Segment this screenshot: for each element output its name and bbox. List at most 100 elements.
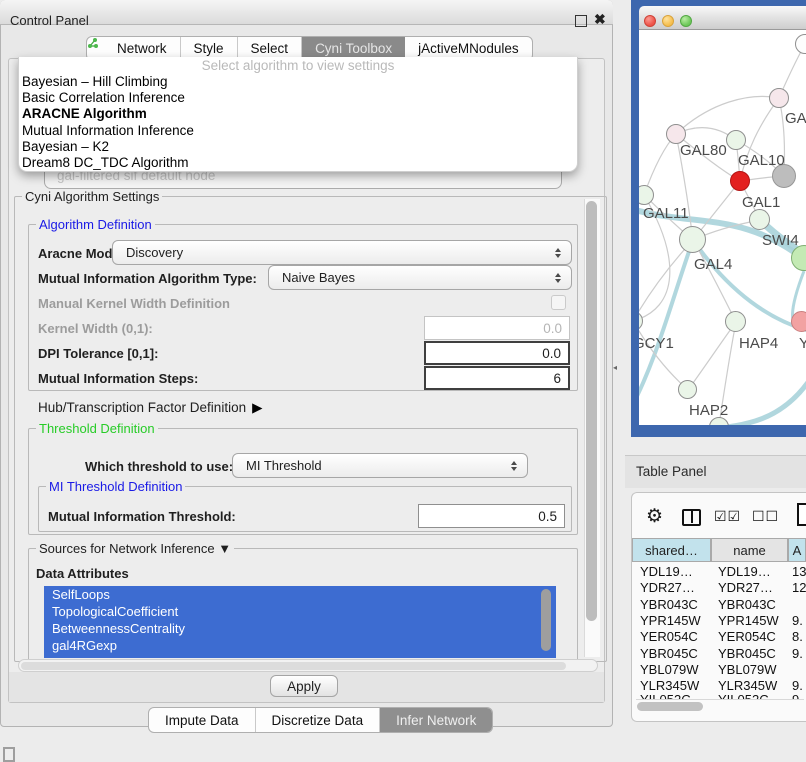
spinner-arrows-icon	[555, 248, 561, 258]
close-icon[interactable]: ✖	[594, 11, 606, 28]
threshold-definition-title: Threshold Definition	[36, 421, 158, 436]
network-node-gal80[interactable]	[666, 124, 686, 144]
network-node-gal10[interactable]	[726, 130, 746, 150]
close-traffic-light-icon[interactable]	[644, 15, 656, 27]
minimized-panel-icon[interactable]	[3, 747, 15, 762]
horizontal-scrollbar-thumb[interactable]	[21, 662, 566, 670]
table-cell[interactable]: YDR27…	[640, 580, 695, 595]
node-label: GAL10	[738, 152, 785, 169]
algorithm-option-aracne[interactable]: ARACNE Algorithm	[19, 106, 577, 122]
attribute-item-selected[interactable]: gal4RGexp	[44, 637, 556, 654]
node-label: HAP2	[689, 402, 728, 419]
table-cell[interactable]: YBR043C	[718, 597, 776, 612]
node-label: GAL11	[643, 205, 689, 222]
mi-type-label: Mutual Information Algorithm Type:	[38, 271, 257, 286]
table-cell[interactable]: YBR043C	[640, 597, 698, 612]
table-cell[interactable]: YER054C	[718, 629, 776, 644]
table-cell[interactable]: YPR145W	[718, 613, 779, 628]
algorithm-option[interactable]: Basic Correlation Inference	[19, 90, 577, 106]
table-cell[interactable]: YPR145W	[640, 613, 701, 628]
kernel-width-input[interactable]: 0.0	[424, 316, 570, 340]
aracne-mode-combobox[interactable]: Discovery	[112, 240, 572, 265]
table-horizontal-scrollbar[interactable]	[636, 699, 804, 712]
attribute-item-selected[interactable]: SelfLoops	[44, 586, 556, 603]
column-header-partial[interactable]: A	[788, 538, 806, 562]
dpi-tolerance-label: DPI Tolerance [0,1]:	[38, 346, 158, 361]
table-scrollbar-thumb[interactable]	[637, 702, 703, 711]
data-attributes-label: Data Attributes	[36, 566, 129, 581]
attribute-item-selected[interactable]: TopologicalCoefficient	[44, 603, 556, 620]
dpi-tolerance-input[interactable]: 0.0	[424, 341, 570, 365]
table-cell[interactable]: YDL19…	[640, 564, 693, 579]
hub-factor-expander[interactable]: Hub/Transcription Factor Definition▶	[38, 400, 262, 416]
mi-steps-label: Mutual Information Steps:	[38, 371, 198, 386]
minimize-traffic-light-icon[interactable]	[662, 15, 674, 27]
network-node[interactable]	[769, 88, 789, 108]
network-node-hap2[interactable]	[678, 380, 697, 399]
table-cell[interactable]: YBL079W	[640, 662, 699, 677]
node-label: GAL4	[694, 256, 732, 273]
tab-impute-data[interactable]: Impute Data	[149, 708, 256, 732]
table-cell[interactable]: 8.	[792, 629, 803, 644]
network-canvas[interactable]: GAL GAL80 GAL10 GAL1 GAL11 SWI4 GAL4 GCY…	[639, 30, 806, 425]
tab-infer-network[interactable]: Infer Network	[380, 708, 492, 732]
attribute-item-selected[interactable]: BetweennessCentrality	[44, 620, 556, 637]
node-label: GCY1	[639, 335, 674, 352]
attributes-list-scrollbar-thumb[interactable]	[541, 589, 551, 651]
settings-scrollbar-thumb[interactable]	[586, 201, 597, 621]
node-label: GAL80	[680, 142, 727, 159]
manual-kernel-checkbox[interactable]	[551, 295, 566, 310]
mi-threshold-input[interactable]: 0.5	[418, 504, 565, 528]
gear-icon[interactable]: ⚙	[646, 505, 663, 528]
table-cell[interactable]: YBL079W	[718, 662, 777, 677]
table-cell[interactable]: YBR045C	[640, 646, 698, 661]
table-cell[interactable]: 9.	[792, 646, 803, 661]
node-label: HAP4	[739, 335, 778, 352]
column-header-name[interactable]: name	[711, 538, 788, 562]
which-threshold-combobox[interactable]: MI Threshold	[232, 453, 528, 478]
table-cell[interactable]: YER054C	[640, 629, 698, 644]
algorithm-option[interactable]: Bayesian – K2	[19, 139, 577, 155]
table-cell[interactable]: YDL19…	[718, 564, 771, 579]
network-node[interactable]	[791, 311, 806, 332]
node-label: GAL1	[742, 194, 780, 211]
algorithm-dropdown-prompt: Select algorithm to view settings	[19, 58, 577, 74]
sources-group-title[interactable]: Sources for Network Inference ▼	[36, 541, 234, 556]
network-node-gal4[interactable]	[679, 226, 706, 253]
table-cell[interactable]: 9.	[792, 613, 803, 628]
algorithm-option[interactable]: Bayesian – Hill Climbing	[19, 74, 577, 90]
network-tab-icon	[100, 43, 112, 55]
panel-splitter-handle[interactable]: ◂	[613, 363, 617, 372]
float-window-icon[interactable]	[575, 15, 587, 27]
data-attributes-list[interactable]: SelfLoops TopologicalCoefficient Between…	[44, 586, 556, 658]
select-all-checkboxes-icon[interactable]: ☑☑	[714, 508, 741, 525]
network-node-hap4[interactable]	[725, 311, 746, 332]
algorithm-option[interactable]: Dream8 DC_TDC Algorithm	[19, 155, 577, 171]
mi-steps-input[interactable]: 6	[424, 366, 570, 390]
table-cell[interactable]: 12	[792, 580, 806, 595]
control-panel-title: Control Panel	[10, 13, 89, 28]
network-node-swi4[interactable]	[749, 209, 770, 230]
tab-discretize-data[interactable]: Discretize Data	[256, 708, 381, 732]
network-node-red[interactable]	[730, 171, 750, 191]
column-header-shared[interactable]: shared…	[632, 538, 711, 562]
mi-type-combobox[interactable]: Naive Bayes	[268, 265, 572, 290]
unselect-all-checkboxes-icon[interactable]: ☐☐	[752, 508, 779, 525]
table-cell[interactable]: YDR27…	[718, 580, 773, 595]
collapse-arrow-icon: ▼	[218, 541, 231, 556]
table-cell[interactable]: YBR045C	[718, 646, 776, 661]
node-label: SWI4	[762, 232, 799, 249]
table-cell[interactable]: YLR345W	[718, 678, 777, 693]
table-cell[interactable]: YLR345W	[640, 678, 699, 693]
control-panel-titlebar	[0, 0, 613, 25]
table-cell[interactable]: 13	[792, 564, 806, 579]
mi-threshold-group-title: MI Threshold Definition	[46, 479, 185, 494]
zoom-traffic-light-icon[interactable]	[680, 15, 692, 27]
settings-horizontal-scrollbar[interactable]	[18, 659, 598, 672]
apply-button[interactable]: Apply	[270, 675, 338, 697]
spinner-arrows-icon	[555, 273, 561, 283]
new-table-icon[interactable]	[797, 503, 806, 526]
table-cell[interactable]: 9.	[792, 678, 803, 693]
algorithm-option[interactable]: Mutual Information Inference	[19, 123, 577, 139]
columns-icon[interactable]	[682, 509, 701, 526]
